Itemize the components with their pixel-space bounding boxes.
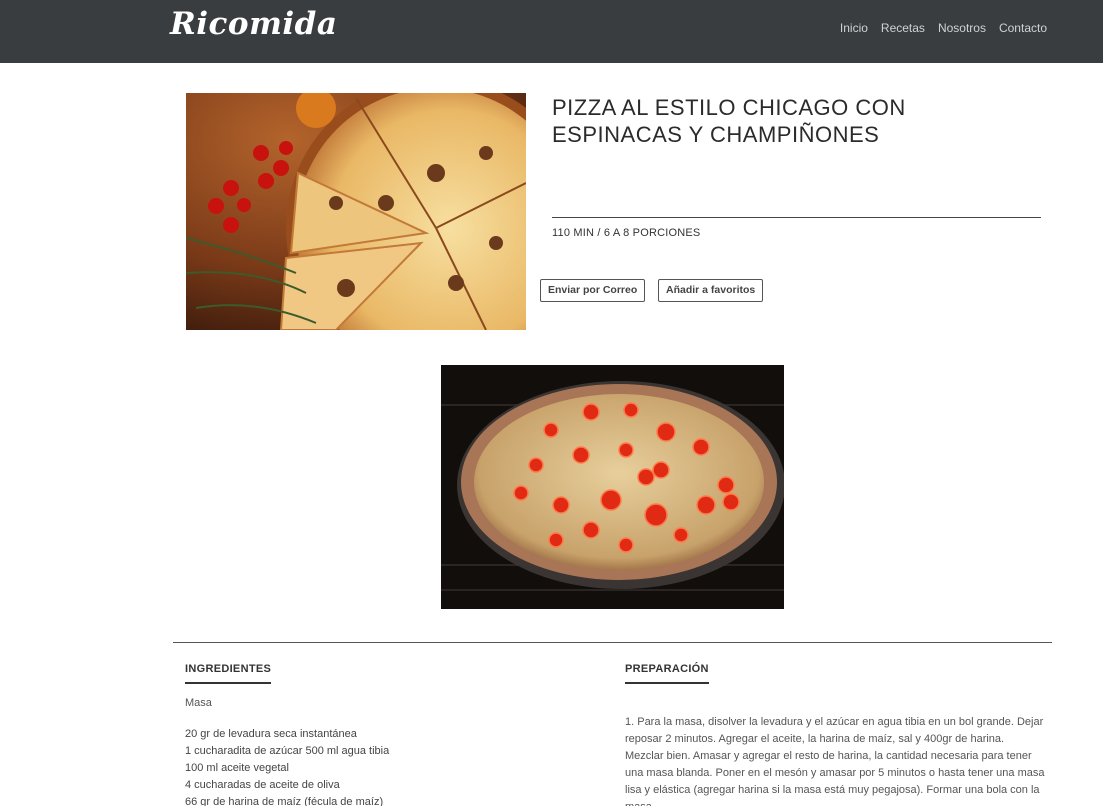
section-divider (173, 642, 1052, 643)
preparation-underline (625, 682, 709, 684)
baked-pizza-image (441, 365, 784, 609)
add-favorite-button[interactable]: Añadir a favoritos (658, 279, 764, 302)
main-nav: Inicio Recetas Nosotros Contacto (840, 21, 1047, 35)
top-navbar: Ricomida Inicio Recetas Nosotros Contact… (0, 0, 1103, 63)
nav-link-inicio[interactable]: Inicio (840, 21, 868, 35)
nav-link-contacto[interactable]: Contacto (999, 21, 1047, 35)
ingredients-subheading: Masa (185, 697, 212, 709)
preparation-heading: PREPARACIÓN (625, 663, 709, 675)
email-button[interactable]: Enviar por Correo (540, 279, 646, 302)
ingredients-underline (185, 682, 271, 684)
ingredients-list: 20 gr de levadura seca instantánea 1 cuc… (185, 726, 585, 806)
nav-link-recetas[interactable]: Recetas (881, 21, 925, 35)
pizza-slice-photo (186, 93, 526, 330)
preparation-section: PREPARACIÓN 1. Para la masa, disolver la… (625, 663, 1045, 806)
ingredient-item: 66 gr de harina de maíz (fécula de maíz) (185, 796, 384, 806)
ingredients-heading: INGREDIENTES (185, 663, 272, 675)
recipe-meta: 110 MIN / 6 A 8 PORCIONES (552, 227, 701, 239)
ingredients-section: INGREDIENTES Masa 20 gr de levadura seca… (185, 663, 585, 806)
nav-link-nosotros[interactable]: Nosotros (938, 21, 986, 35)
preparation-text: 1. Para la masa, disolver la levadura y … (625, 716, 1045, 806)
ingredient-item: 100 ml aceite vegetal (185, 762, 289, 774)
brand-logo[interactable]: Ricomida (170, 6, 337, 42)
ingredient-item: 20 gr de levadura seca instantánea (185, 728, 357, 740)
title-divider (552, 217, 1041, 218)
ingredient-item: 4 cucharadas de aceite de oliva (185, 779, 340, 791)
hero-pizza-photo (186, 93, 526, 330)
baked-pizza-photo (441, 365, 784, 609)
ingredient-item: 1 cucharadita de azúcar 500 ml agua tibi… (185, 745, 390, 757)
recipe-title: PIZZA AL ESTILO CHICAGO CON ESPINACAS Y … (552, 95, 906, 147)
